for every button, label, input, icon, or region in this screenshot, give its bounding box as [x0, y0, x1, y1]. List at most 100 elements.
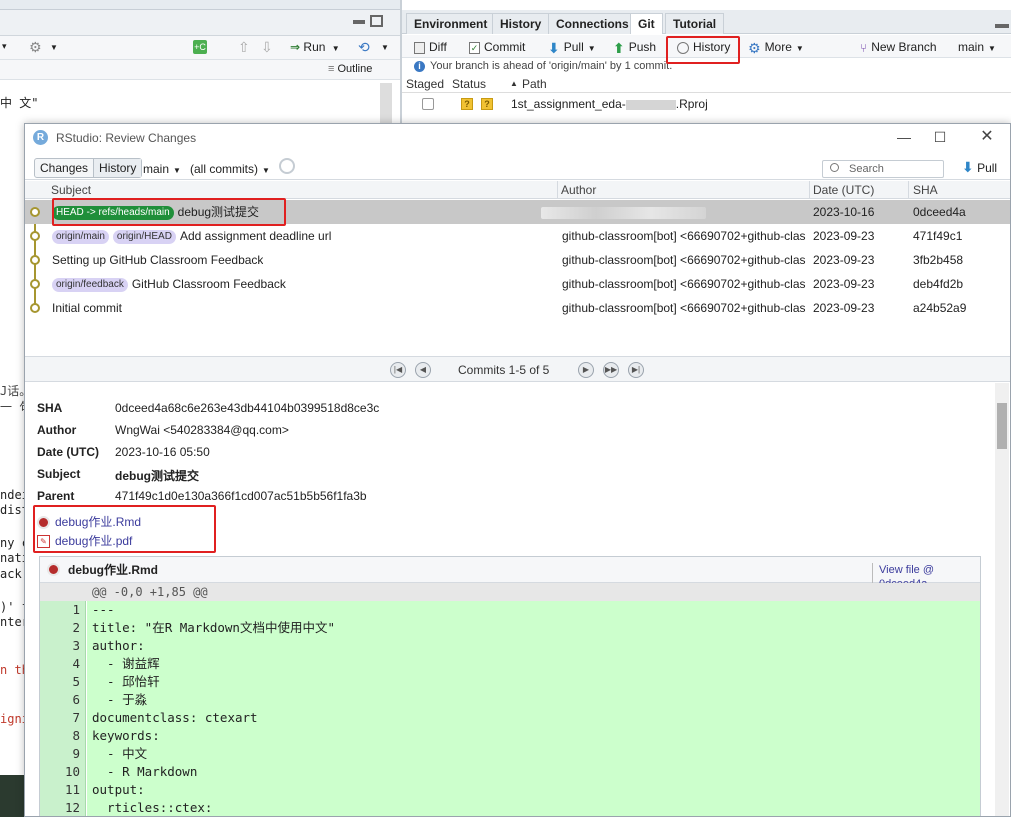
last-page-icon[interactable]: ▶|	[628, 362, 644, 378]
editor-dark-strip	[0, 775, 24, 817]
scrollbar-thumb[interactable]	[997, 403, 1007, 449]
ref-tag: origin/HEAD	[112, 229, 176, 244]
diff-hunk-header: @@ -0,0 +1,85 @@	[40, 583, 980, 601]
commit-author: github-classroom[bot] <66690702+github-c…	[562, 253, 806, 267]
commit-count: Commits 1-5 of 5	[458, 363, 550, 377]
editor-toolbar: ▾ ⚙ ▼ +C ⇧ ⇩ ⇒ Run ▼ ⟲ ▼	[0, 36, 400, 60]
line-code: author:	[92, 638, 145, 653]
maximize-pane-icon[interactable]	[370, 15, 383, 27]
column-staged[interactable]: Staged	[406, 75, 444, 93]
commit-author: github-classroom[bot] <66690702+github-c…	[562, 301, 806, 315]
column-path[interactable]: Path	[522, 75, 547, 93]
run-button[interactable]: ⇒ Run ▼	[290, 40, 340, 54]
more-button[interactable]: ⚙ More ▼	[748, 38, 804, 58]
commit-sha: a24b52a9	[913, 301, 967, 315]
commit-icon: ✓	[469, 41, 480, 54]
untracked-badge: ?	[461, 98, 473, 110]
branch-dropdown[interactable]: main ▼	[143, 162, 181, 176]
search-icon	[830, 163, 839, 172]
line-number: 12	[64, 800, 80, 815]
ref-tag: origin/main	[52, 229, 109, 244]
commit-details: SHA 0dceed4a68c6e263e43db44104b0399518d8…	[25, 383, 1010, 816]
pull-button[interactable]: ⬇ Pull ▼	[548, 38, 596, 58]
editor-dropdown-fragment[interactable]: ▾	[2, 41, 7, 52]
commit-row[interactable]: origin/main origin/HEAD Add assignment dea…	[25, 224, 1010, 248]
branch-select[interactable]: main ▼	[958, 38, 996, 58]
column-subject[interactable]: Subject	[51, 181, 91, 199]
editor-secondary-toolbar: ≡ Outline	[0, 60, 400, 80]
tab-connections[interactable]: Connections	[548, 13, 637, 34]
diff-line: 10 - R Markdown	[40, 763, 980, 781]
push-button[interactable]: ⬆ Push	[613, 38, 656, 57]
commit-author: github-classroom[bot] <66690702+github-c…	[562, 277, 806, 291]
close-window-icon[interactable]: ✕	[975, 127, 999, 147]
staged-checkbox[interactable]	[422, 98, 434, 110]
pull-button[interactable]: ⬇ Pull	[962, 159, 997, 176]
compile-report-icon[interactable]: ⟲	[358, 39, 370, 56]
settings-caret-icon[interactable]: ▼	[50, 43, 58, 52]
commit-row[interactable]: Setting up GitHub Classroom Feedback git…	[25, 248, 1010, 272]
line-number: 4	[72, 656, 80, 671]
column-sha[interactable]: SHA	[913, 181, 938, 199]
next-page-icon[interactable]: ▶	[578, 362, 594, 378]
untracked-badge: ?	[481, 98, 493, 110]
commit-date: 2023-10-16	[813, 205, 875, 219]
first-page-icon[interactable]: |◀	[390, 362, 406, 378]
diff-line: 6 - 于淼	[40, 691, 980, 709]
down-arrow-icon[interactable]: ⇩	[261, 39, 273, 56]
search-input[interactable]: Search	[822, 160, 944, 178]
commit-sha: 471f49c1	[913, 229, 963, 243]
minimize-pane-icon[interactable]	[353, 20, 365, 24]
refresh-icon[interactable]	[279, 158, 295, 174]
column-author[interactable]: Author	[561, 181, 596, 199]
diff-button[interactable]: Diff	[414, 38, 447, 56]
diff-line: 12 rticles::ctex:	[40, 799, 980, 816]
outline-button[interactable]: ≡ Outline	[328, 63, 372, 75]
up-arrow-icon[interactable]: ⇧	[238, 39, 250, 56]
run-label: Run	[303, 40, 326, 54]
redacted-text	[625, 99, 676, 110]
commit-row[interactable]: Initial commit github-classroom[bot] <66…	[25, 296, 1010, 320]
history-view-button[interactable]: History	[93, 159, 142, 177]
new-branch-button[interactable]: ⑂ New Branch	[860, 38, 937, 57]
column-date[interactable]: Date (UTC)	[813, 181, 874, 199]
diff-line: 7 documentclass: ctexart	[40, 709, 980, 727]
commit-graph-node	[30, 231, 40, 241]
minimize-pane-icon[interactable]	[995, 24, 1009, 28]
git-file-row[interactable]: ? ? 1st_assignment_eda- .Rproj	[402, 94, 1011, 114]
rmd-file-icon	[47, 563, 60, 576]
column-status[interactable]: Status	[452, 75, 486, 93]
tab-history[interactable]: History	[492, 13, 550, 34]
line-code: keywords:	[92, 728, 160, 743]
outline-icon: ≡	[328, 63, 335, 75]
commit-subject: GitHub Classroom Feedback	[131, 277, 286, 291]
diff-line: 8 keywords:	[40, 727, 980, 745]
dialog-toolbar: Changes History main ▼ (all commits) ▼ Sea…	[25, 154, 1010, 180]
info-icon: i	[414, 61, 425, 72]
diff-file-title: debug作业.Rmd	[68, 563, 158, 577]
window-titlebar: R RStudio: Review Changes — ☐ ✕	[25, 124, 1010, 151]
changes-view-button[interactable]: Changes	[35, 159, 93, 177]
commit-graph-node	[30, 255, 40, 265]
commit-button[interactable]: ✓ Commit	[469, 38, 525, 56]
commit-row[interactable]: origin/feedback GitHub Classroom Feedback…	[25, 272, 1010, 296]
diff-line: 1 ---	[40, 601, 980, 619]
maximize-window-icon[interactable]: ☐	[928, 127, 952, 147]
commit-graph-node	[30, 207, 40, 217]
editor-scrollbar[interactable]	[380, 83, 392, 123]
tab-git[interactable]: Git	[630, 13, 663, 34]
commit-sha: 3fb2b458	[913, 253, 964, 267]
tab-environment[interactable]: Environment	[406, 13, 496, 34]
review-changes-window: R RStudio: Review Changes — ☐ ✕ Changes …	[24, 123, 1011, 817]
next-pages-icon[interactable]: ▶▶	[603, 362, 619, 378]
line-code: documentclass: ctexart	[92, 710, 258, 725]
prev-page-icon[interactable]: ◀	[415, 362, 431, 378]
commit-filter-dropdown[interactable]: (all commits) ▼	[190, 162, 270, 176]
insert-chunk-icon[interactable]: +C	[193, 40, 207, 54]
details-scrollbar[interactable]	[995, 383, 1009, 816]
editor-tabbar	[0, 10, 400, 36]
settings-icon[interactable]: ⚙	[29, 39, 42, 56]
minimize-window-icon[interactable]: —	[892, 127, 916, 147]
commit-author: github-classroom[bot] <66690702+github-c…	[562, 229, 806, 243]
tab-tutorial[interactable]: Tutorial	[665, 13, 725, 34]
